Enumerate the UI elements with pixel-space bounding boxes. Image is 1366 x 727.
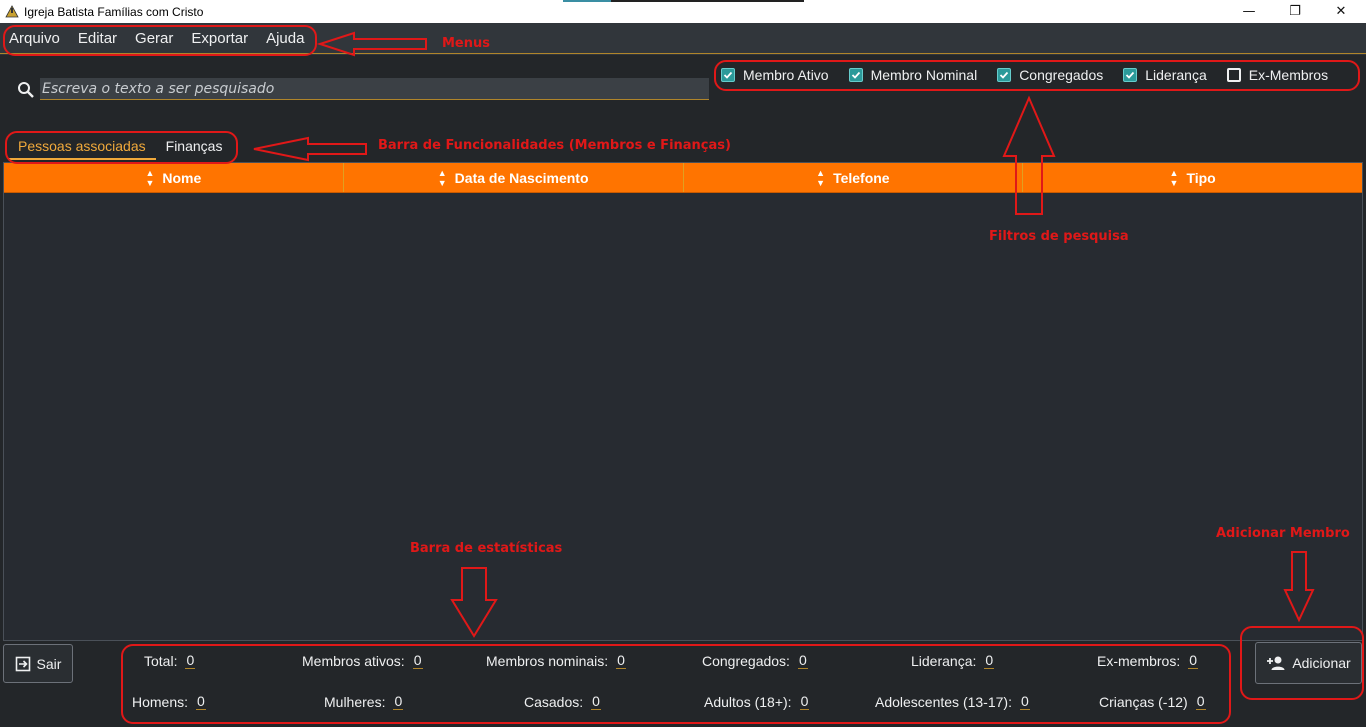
column-header-data-nascimento[interactable]: ▲ ▼ Data de Nascimento: [344, 163, 684, 192]
title-bar: Igreja Batista Famílias com Cristo — ❐ ✕: [0, 0, 1366, 23]
table-header: ▲ ▼ Nome ▲ ▼ Data de Nascimento ▲ ▼ Telefone ▲…: [4, 163, 1362, 193]
column-header-nome[interactable]: ▲ ▼ Nome: [4, 163, 344, 192]
annotation-box-menus: [3, 25, 317, 56]
annotation-adicionar: Adicionar Membro: [1216, 526, 1350, 541]
annotation-box-add: [1240, 626, 1364, 700]
annotation-arrow-menus: [316, 31, 427, 57]
search-icon: [17, 81, 35, 99]
annotation-box-filters: [714, 60, 1360, 91]
annotation-arrow-add: [1283, 551, 1315, 623]
sort-icon: ▲ ▼: [816, 167, 826, 188]
exit-icon: [15, 656, 30, 671]
column-header-tipo[interactable]: ▲ ▼ Tipo: [1023, 163, 1362, 192]
app-icon: [4, 4, 20, 20]
annotation-box-tabs: [5, 131, 238, 164]
exit-button[interactable]: Sair: [3, 644, 73, 683]
minimize-button[interactable]: —: [1226, 0, 1272, 23]
taskbar-strip: [611, 0, 804, 2]
annotation-box-stats: [121, 644, 1231, 724]
search-input[interactable]: [40, 78, 709, 100]
annotation-arrow-tabs: [253, 136, 367, 162]
annotation-funcionalidades: Barra de Funcionalidades (Membros e Fina…: [378, 138, 731, 153]
members-table[interactable]: ▲ ▼ Nome ▲ ▼ Data de Nascimento ▲ ▼ Telefone ▲…: [3, 162, 1363, 641]
taskbar-accent: [563, 0, 611, 2]
sort-icon: ▲ ▼: [437, 167, 447, 188]
restore-button[interactable]: ❐: [1272, 0, 1318, 23]
sort-icon: ▲ ▼: [1169, 167, 1179, 188]
column-header-telefone[interactable]: ▲ ▼ Telefone: [684, 163, 1024, 192]
close-button[interactable]: ✕: [1318, 0, 1364, 23]
annotation-arrow-filters: [1002, 95, 1056, 215]
annotation-estatisticas: Barra de estatísticas: [410, 541, 563, 556]
annotation-menus: Menus: [442, 36, 491, 51]
sort-icon: ▲ ▼: [145, 167, 155, 188]
annotation-arrow-stats: [450, 567, 498, 638]
window-title: Igreja Batista Famílias com Cristo: [24, 4, 204, 19]
annotation-filtros: Filtros de pesquisa: [989, 229, 1129, 244]
exit-button-label: Sair: [36, 655, 62, 672]
